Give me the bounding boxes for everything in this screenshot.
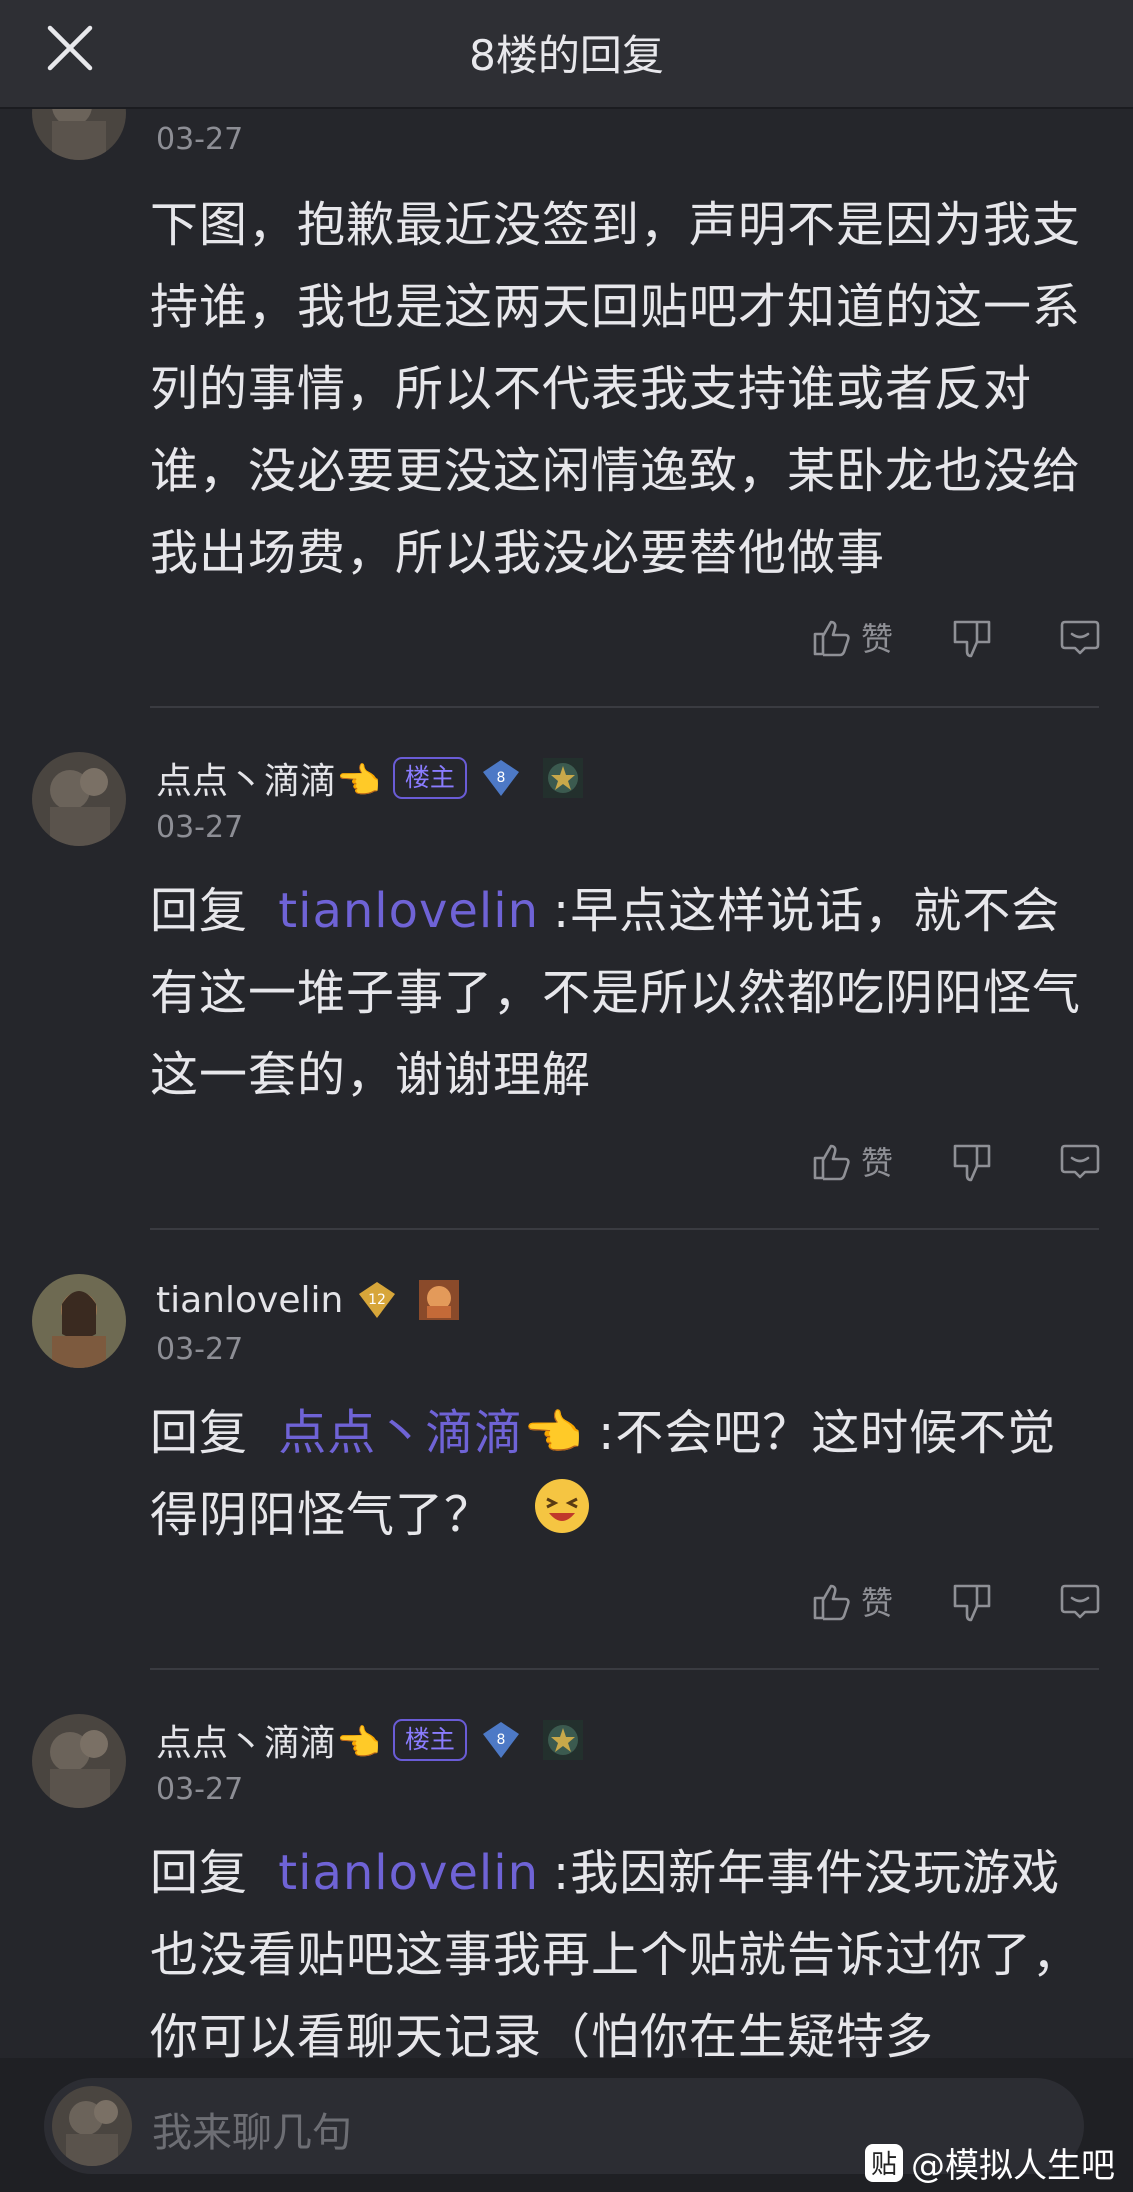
reply-prefix: 回复: [150, 883, 249, 939]
username[interactable]: tianlovelin: [156, 1280, 343, 1321]
reply-actions: 赞: [809, 1138, 1103, 1184]
tieba-logo-icon: 贴: [865, 2143, 903, 2182]
user-row: tianlovelin 12: [156, 1276, 461, 1324]
reply-prefix: 回复: [150, 1845, 249, 1901]
user-row: 点点丶滴滴👈 楼主 8: [156, 754, 585, 802]
reply-input-placeholder: 我来聊几句: [152, 2110, 352, 2156]
watermark-text: @模拟人生吧: [911, 2146, 1115, 2186]
username[interactable]: 点点丶滴滴👈: [156, 1714, 381, 1766]
mention-link[interactable]: 点点丶滴滴👈: [278, 1405, 584, 1461]
dislike-button[interactable]: [949, 1578, 995, 1624]
top-bar: 8楼的回复: [0, 0, 1133, 109]
level-badge-icon: 8: [482, 760, 519, 796]
reply-content: 回复 tianlovelin:我因新年事件没玩游戏也没看贴吧这事我再上个贴就告诉…: [150, 1832, 1090, 2078]
comment-button[interactable]: [1057, 1578, 1103, 1624]
thumbs-down-icon: [953, 620, 991, 658]
comment-icon: [1060, 1144, 1100, 1179]
medal-icon: [419, 1280, 460, 1320]
level-badge-icon: 8: [482, 1722, 519, 1758]
divider: [150, 1668, 1099, 1670]
reply-date: 03-27: [156, 122, 244, 157]
mention-link[interactable]: tianlovelin: [278, 1845, 539, 1901]
comment-icon: [1060, 1584, 1100, 1619]
mention-link[interactable]: tianlovelin: [278, 883, 539, 939]
like-label: 赞: [860, 1584, 893, 1622]
reply-actions: 赞: [809, 1578, 1103, 1624]
divider: [150, 1228, 1099, 1230]
reply-actions: 赞: [809, 614, 1103, 660]
reply-content: 下图，抱歉最近没签到，声明不是因为我支持谁，我也是这两天回贴吧才知道的这一系列的…: [150, 184, 1090, 594]
thumbs-down-icon: [953, 1584, 991, 1622]
owner-badge: 楼主: [392, 1719, 467, 1761]
reply-text: 下图，抱歉最近没签到，声明不是因为我支持谁，我也是这两天回贴吧才知道的这一系列的…: [150, 197, 1082, 581]
level-badge-icon: 12: [359, 1282, 396, 1318]
dislike-button[interactable]: [949, 614, 995, 660]
owner-badge: 楼主: [392, 757, 467, 799]
comment-button[interactable]: [1057, 614, 1103, 660]
avatar[interactable]: [32, 752, 126, 846]
reply-content: 回复 tianlovelin:早点这样说话，就不会有这一堆子事了，不是所以然都吃…: [150, 870, 1090, 1116]
avatar[interactable]: [32, 1274, 126, 1368]
like-button[interactable]: 赞: [809, 1578, 893, 1624]
reply-prefix: 回复: [150, 1405, 249, 1461]
reply-date: 03-27: [156, 810, 244, 845]
thumbs-up-icon: [813, 1584, 850, 1621]
watermark: 贴 @模拟人生吧: [865, 2138, 1115, 2187]
reply-date: 03-27: [156, 1332, 244, 1367]
like-button[interactable]: 赞: [809, 614, 893, 660]
reply-date: 03-27: [156, 1772, 244, 1807]
laughing-emoji-icon: [533, 1477, 591, 1560]
level-number: 8: [496, 1732, 505, 1748]
thumbs-up-icon: [813, 1144, 850, 1181]
comment-button[interactable]: [1057, 1138, 1103, 1184]
reply-content: 回复 点点丶滴滴👈:不会吧？这时候不觉得阴阳怪气了？: [150, 1392, 1090, 1560]
like-label: 赞: [860, 620, 893, 658]
user-row: 点点丶滴滴👈 楼主 8: [156, 1716, 585, 1764]
like-button[interactable]: 赞: [809, 1138, 893, 1184]
thumbs-down-icon: [953, 1144, 991, 1182]
medal-icon: [542, 758, 583, 798]
avatar: [52, 2086, 132, 2166]
comment-icon: [1060, 620, 1100, 655]
username[interactable]: 点点丶滴滴👈: [156, 752, 381, 804]
page-title: 8楼的回复: [469, 31, 664, 80]
divider: [150, 706, 1099, 708]
dislike-button[interactable]: [949, 1138, 995, 1184]
medal-icon: [542, 1720, 583, 1760]
avatar[interactable]: [32, 1714, 126, 1808]
level-number: 8: [496, 770, 505, 786]
like-label: 赞: [860, 1144, 893, 1182]
level-number: 12: [368, 1292, 386, 1308]
thumbs-up-icon: [813, 620, 850, 657]
